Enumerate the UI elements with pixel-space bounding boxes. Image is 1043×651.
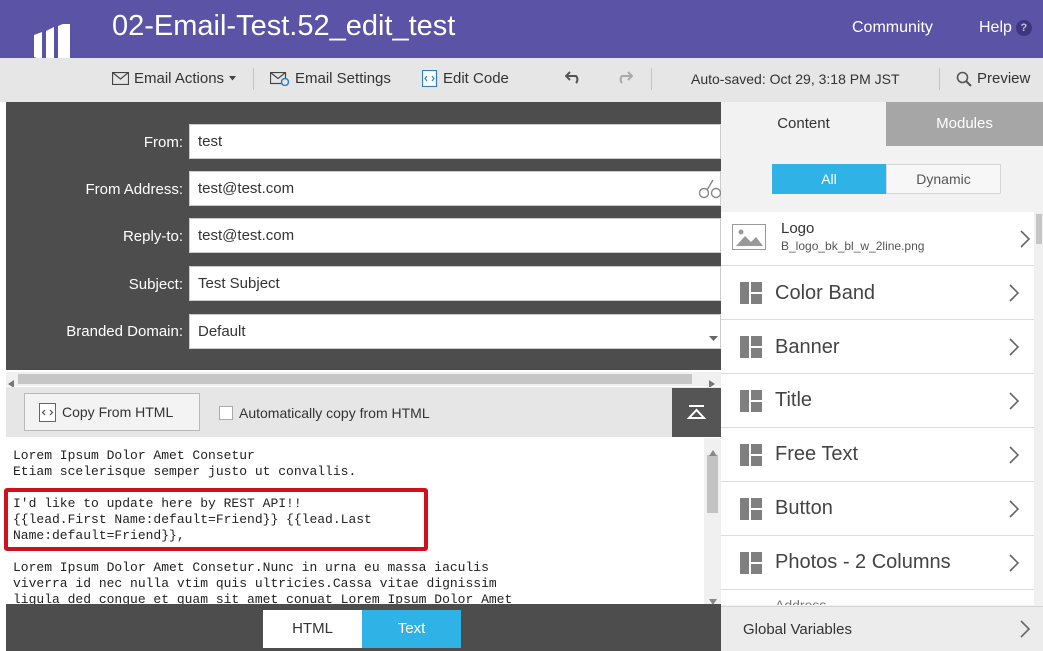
chevron-right-icon — [1009, 554, 1020, 572]
toolbar-divider — [253, 68, 254, 90]
caret-down-icon — [229, 76, 237, 81]
autosave-status: Auto-saved: Oct 29, 3:18 PM JST — [691, 71, 900, 87]
image-icon — [732, 224, 766, 250]
preview-button[interactable]: Preview — [956, 70, 1030, 87]
list-item-address[interactable]: Address — [721, 591, 1034, 605]
text-line: ligula ded congue et quam sit amet conua… — [13, 592, 513, 604]
branded-domain-select[interactable]: Default — [189, 314, 721, 349]
subject-field[interactable]: Test Subject — [189, 266, 721, 301]
community-link[interactable]: Community — [852, 19, 933, 37]
chevron-right-icon — [1009, 446, 1020, 464]
module-icon — [740, 282, 762, 304]
list-item-color-band[interactable]: Color Band — [721, 267, 1034, 320]
module-list-scroll-thumb[interactable] — [1036, 214, 1042, 244]
module-icon — [740, 498, 762, 520]
text-line: Lorem Ipsum Dolor Amet Consetur.Nunc in … — [13, 560, 489, 575]
email-settings-button[interactable]: Email Settings — [270, 70, 391, 87]
email-actions-label: Email Actions — [134, 70, 225, 87]
module-icon — [740, 390, 762, 412]
module-icon — [740, 336, 762, 358]
toolbar-divider — [939, 68, 940, 90]
subject-label: Subject: — [128, 276, 183, 293]
search-icon — [956, 71, 972, 87]
list-item-logo[interactable]: Logo B_logo_bk_bl_w_2line.png — [721, 212, 1034, 266]
redo-icon — [619, 71, 633, 84]
module-label: Address — [775, 597, 827, 605]
auto-copy-label: Automatically copy from HTML — [239, 405, 430, 421]
tab-content[interactable]: Content — [721, 102, 886, 146]
module-label: Color Band — [775, 282, 876, 304]
module-icon — [740, 444, 762, 466]
code-file-icon — [422, 70, 438, 87]
module-list-scrollbar[interactable] — [1034, 212, 1043, 605]
text-line: viverra id nec nulla vtim quis ultricies… — [13, 576, 497, 591]
text-line: Etiam scelerisque semper justo ut conval… — [13, 464, 357, 479]
from-label: From: — [143, 134, 183, 151]
global-variables-label: Global Variables — [743, 621, 852, 638]
list-item-free-text[interactable]: Free Text — [721, 429, 1034, 482]
copy-from-html-button[interactable]: Copy From HTML — [24, 393, 200, 431]
tab-html[interactable]: HTML — [263, 610, 362, 648]
copy-from-html-label: Copy From HTML — [62, 404, 174, 420]
chevron-right-icon — [1009, 284, 1020, 302]
page-title: 02-Email-Test.52_edit_test — [112, 10, 456, 42]
highlight-box — [4, 488, 428, 551]
envelope-icon — [112, 72, 129, 85]
token-icon[interactable] — [698, 176, 722, 205]
copy-code-icon — [39, 402, 56, 422]
content-module-list: Logo B_logo_bk_bl_w_2line.png Color Band… — [721, 212, 1034, 605]
chevron-right-icon — [1020, 230, 1031, 248]
chevron-down-icon — [709, 329, 718, 347]
module-label: Title — [775, 389, 813, 411]
from-address-label: From Address: — [85, 181, 183, 198]
module-label: Free Text — [775, 443, 858, 465]
email-actions-menu[interactable]: Email Actions — [112, 70, 237, 87]
list-item-photos-2-columns[interactable]: Photos - 2 Columns — [721, 537, 1034, 590]
from-field[interactable]: test — [189, 124, 721, 159]
undo-icon — [565, 71, 579, 84]
chevron-right-icon — [1009, 338, 1020, 356]
filter-dynamic-button[interactable]: Dynamic — [886, 164, 1001, 194]
list-item-banner[interactable]: Banner — [721, 321, 1034, 374]
help-label: Help — [979, 19, 1012, 36]
edit-code-button[interactable]: Edit Code — [422, 70, 509, 87]
email-settings-label: Email Settings — [295, 70, 391, 87]
branded-domain-value: Default — [198, 323, 246, 340]
filter-all-button[interactable]: All — [772, 164, 886, 194]
preview-label: Preview — [977, 70, 1031, 87]
module-label: Banner — [775, 336, 840, 358]
toolbar-divider — [651, 68, 652, 90]
auto-copy-checkbox[interactable] — [219, 406, 233, 420]
reply-to-field[interactable]: test@test.com — [189, 218, 721, 253]
help-icon: ? — [1015, 20, 1032, 36]
horizontal-scroll-thumb[interactable] — [18, 374, 692, 384]
module-label: Button — [775, 497, 833, 519]
from-address-field[interactable]: test@test.com — [189, 171, 721, 206]
collapse-button[interactable] — [672, 388, 721, 437]
module-label: Photos - 2 Columns — [775, 551, 951, 573]
chevron-right-icon — [1009, 500, 1020, 518]
tab-text[interactable]: Text — [362, 610, 461, 648]
reply-to-label: Reply-to: — [122, 228, 183, 245]
undo-button[interactable] — [565, 70, 582, 84]
redo-button[interactable] — [616, 70, 633, 84]
logo-title: Logo — [781, 220, 815, 237]
scroll-up-icon[interactable] — [709, 443, 717, 461]
text-line: Lorem Ipsum Dolor Amet Consetur — [13, 448, 255, 463]
logo-filename: B_logo_bk_bl_w_2line.png — [781, 239, 925, 253]
help-link[interactable]: Help? — [979, 19, 1032, 37]
envelope-settings-icon — [270, 71, 290, 86]
list-item-title[interactable]: Title — [721, 375, 1034, 428]
chevron-right-icon — [1020, 620, 1031, 638]
collapse-up-icon — [686, 405, 707, 419]
chevron-right-icon — [1009, 392, 1020, 410]
edit-code-label: Edit Code — [443, 70, 509, 87]
module-icon — [740, 552, 762, 574]
vertical-scroll-thumb[interactable] — [707, 455, 718, 513]
list-item-button[interactable]: Button — [721, 483, 1034, 536]
branded-domain-label: Branded Domain: — [66, 323, 183, 340]
tab-modules[interactable]: Modules — [886, 102, 1043, 146]
